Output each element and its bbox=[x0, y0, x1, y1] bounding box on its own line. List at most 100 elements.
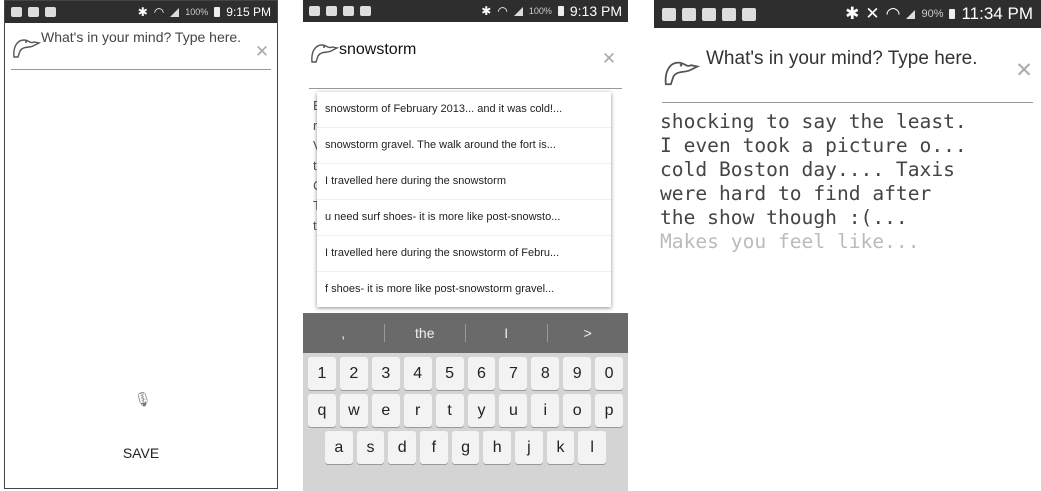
status-time: 9:13 PM bbox=[569, 3, 622, 19]
keyboard-suggestion[interactable]: , bbox=[303, 325, 384, 341]
key[interactable]: 5 bbox=[435, 357, 464, 390]
gallery-icon bbox=[722, 7, 736, 21]
key[interactable]: w bbox=[339, 394, 368, 427]
phone-screen-empty: ✱ ◠ 100% 9:15 PM What's in your mind? Ty… bbox=[4, 0, 278, 489]
battery-percent: 100% bbox=[528, 6, 552, 16]
status-time: 11:34 PM bbox=[961, 4, 1033, 23]
suggestion-item[interactable]: snowstorm of February 2013... and it was… bbox=[317, 92, 611, 128]
wifi-icon: ◠ bbox=[497, 4, 508, 18]
signal-icon bbox=[906, 9, 916, 19]
status-bar: ✱ ◠ 100% 9:13 PM bbox=[303, 0, 628, 22]
search-input[interactable]: What's in your mind? Type here. bbox=[41, 25, 253, 45]
clear-icon[interactable]: ✕ bbox=[1015, 60, 1033, 81]
battery-icon bbox=[949, 9, 956, 19]
clear-icon[interactable]: ✕ bbox=[253, 43, 271, 61]
keyboard-row-asdf: a s d f g h j k l bbox=[303, 427, 628, 464]
key[interactable]: q bbox=[308, 394, 336, 427]
search-bar[interactable]: snowstorm ✕ bbox=[309, 30, 622, 89]
battery-icon bbox=[557, 6, 564, 16]
search-input[interactable]: What's in your mind? Type here. bbox=[700, 36, 1015, 70]
search-input[interactable]: snowstorm bbox=[339, 30, 600, 58]
suggestion-item[interactable]: u need surf shoes- it is more like post-… bbox=[317, 200, 611, 236]
mute-icon: ✕ bbox=[865, 4, 880, 23]
key[interactable]: g bbox=[451, 431, 480, 464]
keyboard-row-numbers: 1 2 3 4 5 6 7 8 9 0 bbox=[303, 353, 628, 390]
key[interactable]: t bbox=[435, 394, 464, 427]
key[interactable]: 2 bbox=[339, 357, 368, 390]
key[interactable]: j bbox=[515, 431, 543, 464]
notification-icon bbox=[45, 7, 56, 17]
status-bar: ✱ ✕ ◠ 90% 11:34 PM bbox=[654, 0, 1041, 28]
key[interactable]: 9 bbox=[563, 357, 592, 390]
gallery-icon bbox=[326, 6, 337, 16]
mic-icon[interactable]: 🎙 bbox=[134, 391, 152, 413]
phone-screen-result: ✱ ✕ ◠ 90% 11:34 PM What's in your mind? … bbox=[654, 0, 1041, 491]
key[interactable]: s bbox=[356, 431, 385, 464]
search-bar[interactable]: What's in your mind? Type here. ✕ bbox=[662, 36, 1033, 103]
key[interactable]: 0 bbox=[595, 357, 624, 390]
search-bar[interactable]: What's in your mind? Type here. ✕ bbox=[11, 25, 271, 70]
suggestion-item[interactable]: f shoes- it is more like post-snowstorm … bbox=[317, 272, 611, 307]
battery-percent: 90% bbox=[921, 8, 944, 20]
suggestion-dropdown: snowstorm of February 2013... and it was… bbox=[317, 92, 611, 307]
phone-screen-autocomplete: ✱ ◠ 100% 9:13 PM snowstorm ✕ E r V t C T… bbox=[303, 0, 628, 491]
key[interactable]: 8 bbox=[531, 357, 560, 390]
status-bar: ✱ ◠ 100% 9:15 PM bbox=[5, 1, 277, 23]
wifi-icon: ◠ bbox=[153, 5, 165, 19]
battery-percent: 100% bbox=[185, 7, 209, 17]
mail-icon bbox=[702, 7, 716, 21]
signal-icon bbox=[513, 6, 523, 16]
key[interactable]: r bbox=[403, 394, 432, 427]
key[interactable]: f bbox=[420, 431, 448, 464]
key[interactable]: o bbox=[563, 394, 592, 427]
notification-icon bbox=[343, 6, 354, 16]
signal-icon bbox=[170, 7, 180, 17]
key[interactable]: l bbox=[578, 431, 607, 464]
status-time: 9:15 PM bbox=[226, 5, 271, 19]
key[interactable]: h bbox=[483, 431, 512, 464]
message-icon bbox=[662, 7, 676, 21]
suggestion-item[interactable]: I travelled here during the snowstorm of… bbox=[317, 236, 611, 272]
result-line: shocking to say the least. bbox=[660, 110, 967, 133]
bluetooth-icon: ✱ bbox=[845, 4, 860, 23]
key[interactable]: 7 bbox=[499, 357, 528, 390]
suggestion-item[interactable]: snowstorm gravel. The walk around the fo… bbox=[317, 128, 611, 164]
keyboard-suggestion-strip: , the I > bbox=[303, 313, 628, 353]
keyboard-suggestion[interactable]: the bbox=[385, 325, 466, 341]
result-line: the show though :(... bbox=[660, 206, 908, 229]
key[interactable]: a bbox=[325, 431, 353, 464]
gallery-icon bbox=[11, 7, 22, 17]
facebook-icon bbox=[742, 7, 756, 21]
key[interactable]: 3 bbox=[371, 357, 400, 390]
suggestion-item[interactable]: I travelled here during the snowstorm bbox=[317, 164, 611, 200]
bluetooth-icon: ✱ bbox=[481, 4, 492, 18]
soft-keyboard: , the I > 1 2 3 4 5 6 7 8 9 0 q w e r t … bbox=[303, 313, 628, 491]
keyboard-row-qwerty: q w e r t y u i o p bbox=[303, 390, 628, 427]
key[interactable]: 1 bbox=[308, 357, 336, 390]
key[interactable]: p bbox=[595, 394, 624, 427]
result-line: cold Boston day.... Taxis bbox=[660, 158, 955, 181]
key[interactable]: 6 bbox=[467, 357, 496, 390]
result-line: were hard to find after bbox=[660, 182, 932, 205]
key[interactable]: i bbox=[531, 394, 560, 427]
duck-logo-icon bbox=[664, 61, 700, 86]
key[interactable]: d bbox=[388, 431, 417, 464]
duck-logo-icon bbox=[311, 44, 339, 63]
notification-icon bbox=[360, 6, 371, 16]
result-line-faded: Makes you feel like... bbox=[660, 230, 920, 253]
duck-logo-icon bbox=[13, 39, 41, 58]
result-line: I even took a picture o... bbox=[660, 134, 967, 157]
key[interactable]: 4 bbox=[403, 357, 432, 390]
key[interactable]: e bbox=[371, 394, 400, 427]
key[interactable]: y bbox=[467, 394, 496, 427]
keyboard-suggestion[interactable]: I bbox=[466, 325, 547, 341]
mail-icon bbox=[309, 6, 320, 16]
clear-icon[interactable]: ✕ bbox=[600, 50, 618, 68]
save-button[interactable]: SAVE bbox=[5, 445, 277, 461]
key[interactable]: k bbox=[546, 431, 575, 464]
notification-icon bbox=[28, 7, 39, 17]
key[interactable]: u bbox=[499, 394, 528, 427]
bluetooth-icon: ✱ bbox=[137, 5, 148, 19]
result-text: shocking to say the least. I even took a … bbox=[660, 110, 967, 254]
chevron-right-icon[interactable]: > bbox=[548, 325, 629, 341]
